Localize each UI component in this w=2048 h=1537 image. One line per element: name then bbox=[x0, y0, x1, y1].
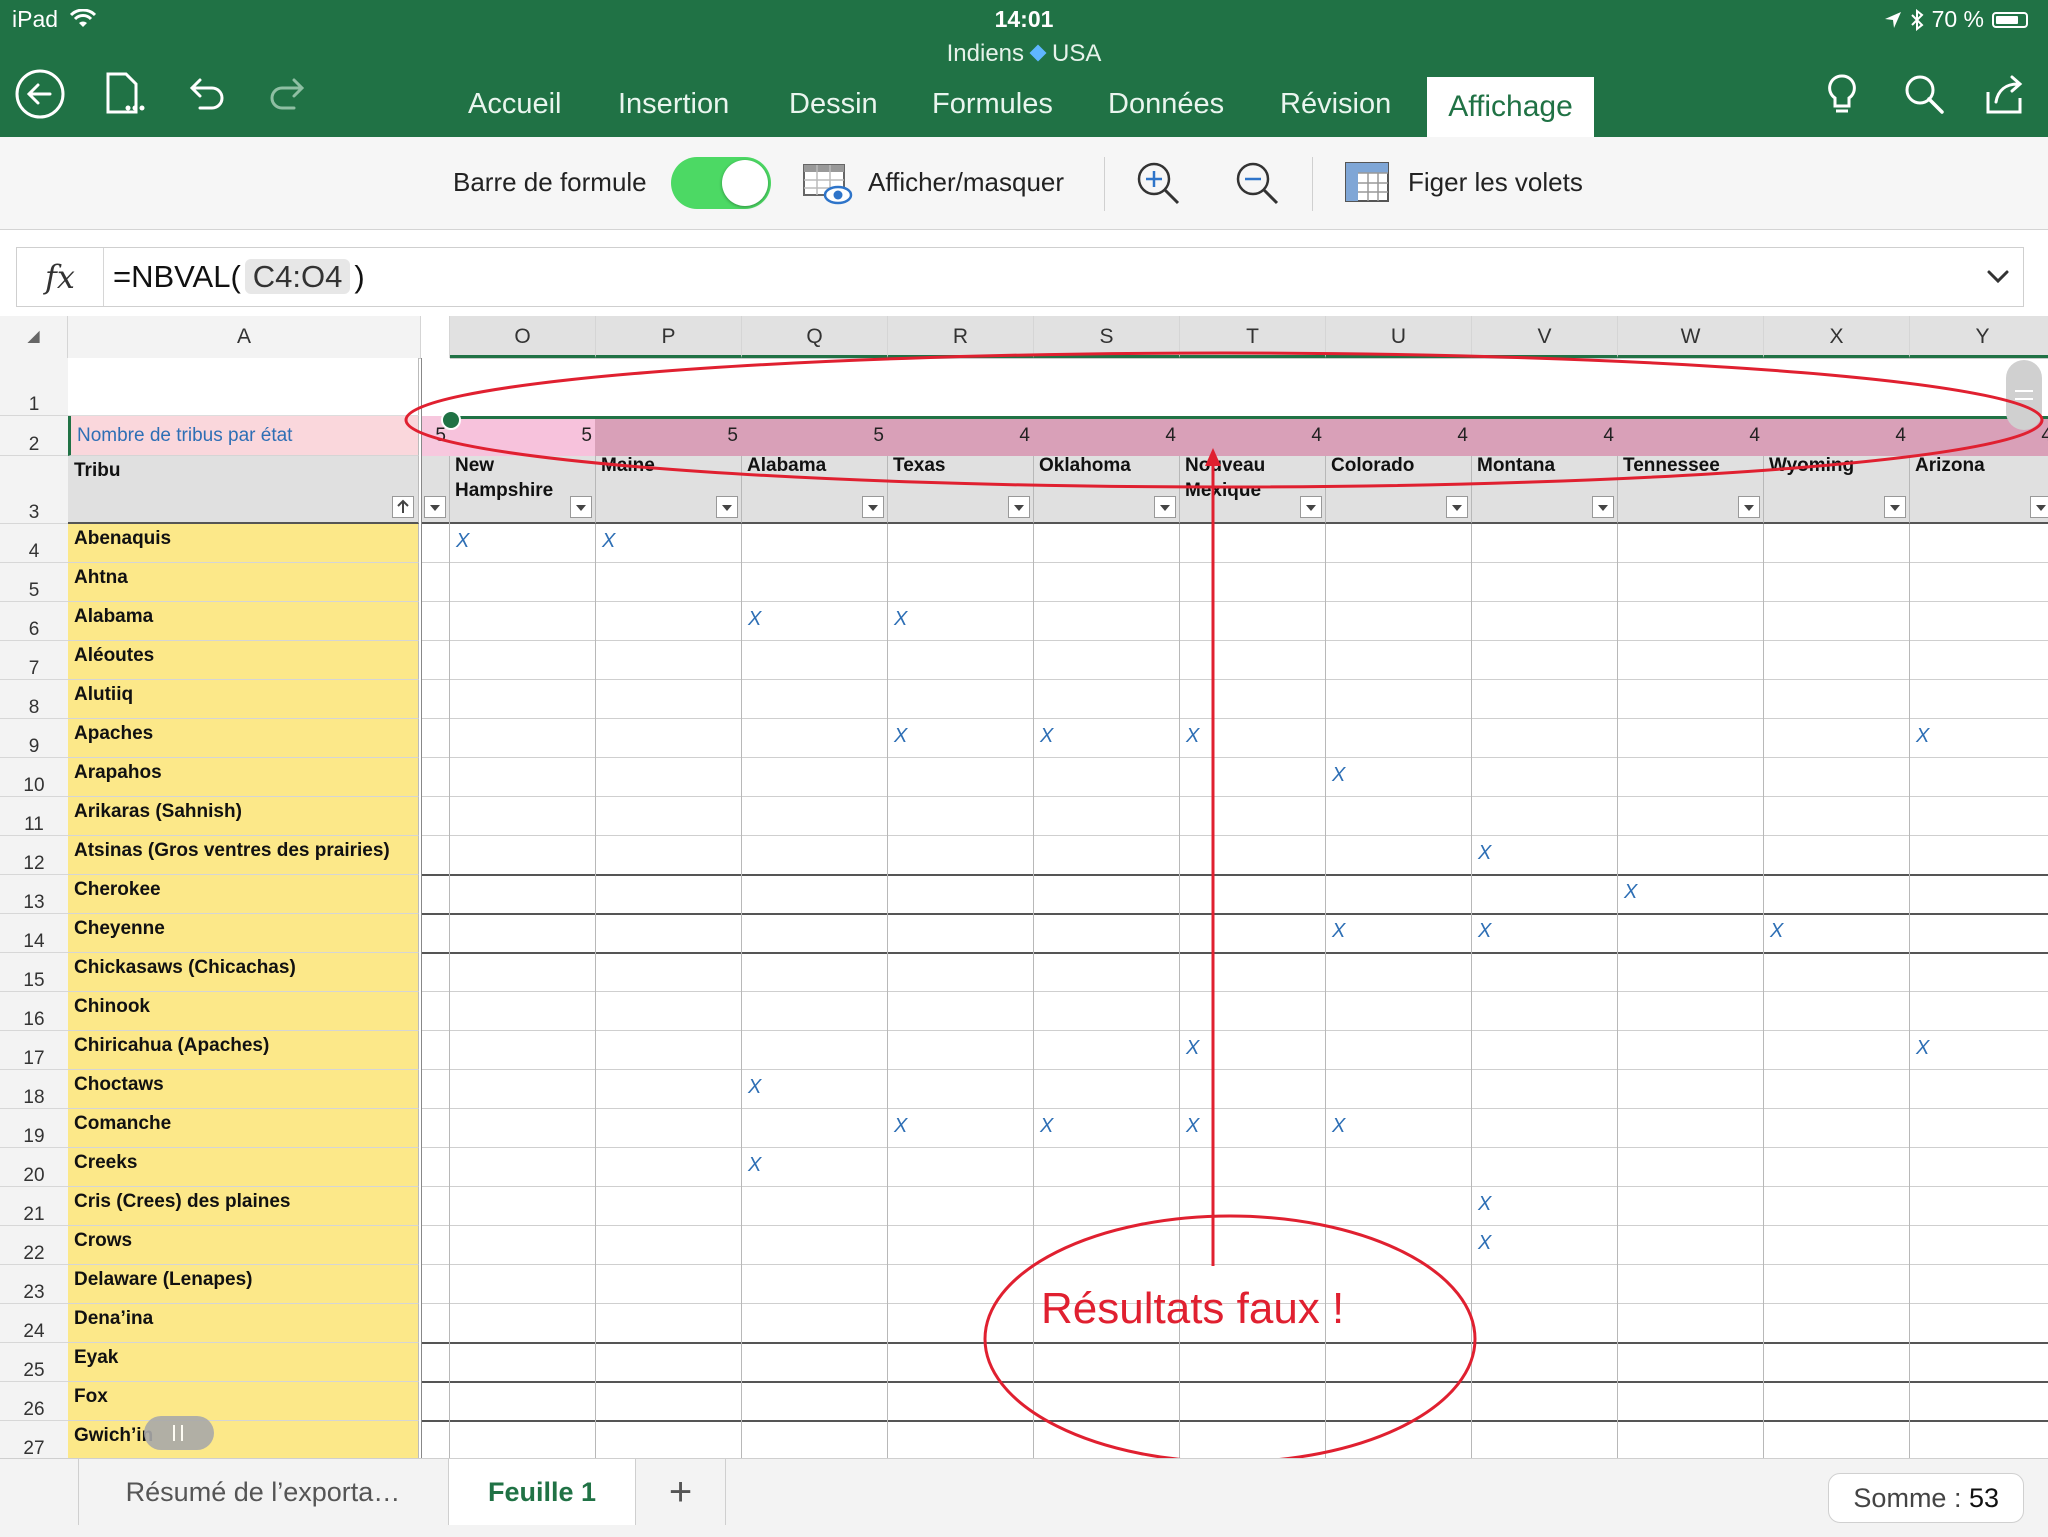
status-bar-right: 70 % bbox=[1884, 6, 2028, 33]
share-icon[interactable] bbox=[1980, 68, 2032, 120]
back-icon[interactable] bbox=[14, 68, 66, 120]
formula-bar-label: Barre de formule bbox=[453, 167, 647, 197]
sheet-tab-bar: Résumé de l’exporta… Feuille 1 + Somme :… bbox=[0, 1458, 2048, 1537]
sheet-tab-summary[interactable]: Résumé de l’exporta… bbox=[78, 1459, 448, 1525]
title-bar: iPad 14:01 70 % Indiens USA Accueil Inser… bbox=[0, 0, 2048, 137]
show-hide-icon[interactable] bbox=[802, 159, 854, 209]
document-title: Indiens USA bbox=[0, 40, 2048, 68]
tab-accueil[interactable]: Accueil bbox=[468, 88, 562, 121]
undo-icon[interactable] bbox=[180, 68, 232, 120]
worksheet[interactable]: ◢ A OPQRSTUVWXY Nombre de tribus par éta… bbox=[0, 316, 2048, 1458]
expand-formula-icon[interactable] bbox=[1985, 266, 2011, 288]
formula-bar-toggle[interactable] bbox=[671, 157, 771, 209]
tab-dessin[interactable]: Dessin bbox=[789, 88, 878, 121]
formula-reference: C4:O4 bbox=[244, 259, 351, 294]
sheet-tab-active[interactable]: Feuille 1 bbox=[448, 1459, 636, 1525]
annotation-overlay bbox=[404, 351, 2044, 1458]
ribbon-divider bbox=[1104, 157, 1105, 211]
tab-revision[interactable]: Révision bbox=[1280, 88, 1391, 121]
tab-insertion[interactable]: Insertion bbox=[618, 88, 729, 121]
formula-suffix: ) bbox=[354, 259, 365, 294]
tab-affichage[interactable]: Affichage bbox=[1427, 77, 1594, 137]
annotation-ellipse-text bbox=[983, 1214, 1477, 1458]
freeze-panes-icon[interactable] bbox=[1344, 161, 1390, 203]
clock: 14:01 bbox=[994, 6, 1054, 32]
tab-donnees[interactable]: Données bbox=[1108, 88, 1224, 121]
zoom-out-icon[interactable] bbox=[1233, 159, 1281, 207]
add-sheet-button[interactable]: + bbox=[636, 1459, 726, 1525]
search-icon[interactable] bbox=[1898, 68, 1950, 120]
redo-icon[interactable] bbox=[262, 68, 314, 120]
freeze-panes-label[interactable]: Figer les volets bbox=[1408, 167, 1583, 198]
formula-bar[interactable]: fx =NBVAL(C4:O4) bbox=[16, 247, 2024, 307]
status-sum-label: Somme : bbox=[1853, 1483, 1969, 1513]
zoom-in-icon[interactable] bbox=[1134, 159, 1182, 207]
function-icon[interactable]: fx bbox=[17, 248, 104, 306]
document-name: Indiens bbox=[946, 40, 1025, 67]
lightbulb-icon[interactable] bbox=[1816, 68, 1868, 120]
battery-icon bbox=[1992, 11, 2028, 28]
battery-percent: 70 % bbox=[1931, 6, 1984, 32]
ribbon-divider bbox=[1312, 157, 1313, 211]
view-ribbon: Barre de formule Afficher/masquer Figer … bbox=[0, 137, 2048, 230]
show-hide-label[interactable]: Afficher/masquer bbox=[868, 167, 1064, 198]
location-icon bbox=[1884, 11, 1901, 28]
formula-text[interactable]: =NBVAL(C4:O4) bbox=[113, 259, 365, 295]
status-sum-value: 53 bbox=[1968, 1483, 1999, 1513]
annotation-arrowhead bbox=[1205, 448, 1221, 466]
cloud-diamond-icon bbox=[1029, 44, 1047, 62]
annotation-ellipse-counts bbox=[404, 351, 2044, 489]
tab-formules[interactable]: Formules bbox=[932, 88, 1053, 121]
toggle-knob bbox=[722, 160, 768, 206]
document-location: USA bbox=[1052, 40, 1102, 67]
annotation-text: Résultats faux ! bbox=[1041, 1284, 1345, 1333]
file-icon[interactable] bbox=[98, 68, 150, 120]
bluetooth-icon bbox=[1910, 8, 1924, 31]
formula-prefix: =NBVAL( bbox=[113, 259, 241, 294]
status-sum: Somme : 53 bbox=[1828, 1473, 2024, 1523]
